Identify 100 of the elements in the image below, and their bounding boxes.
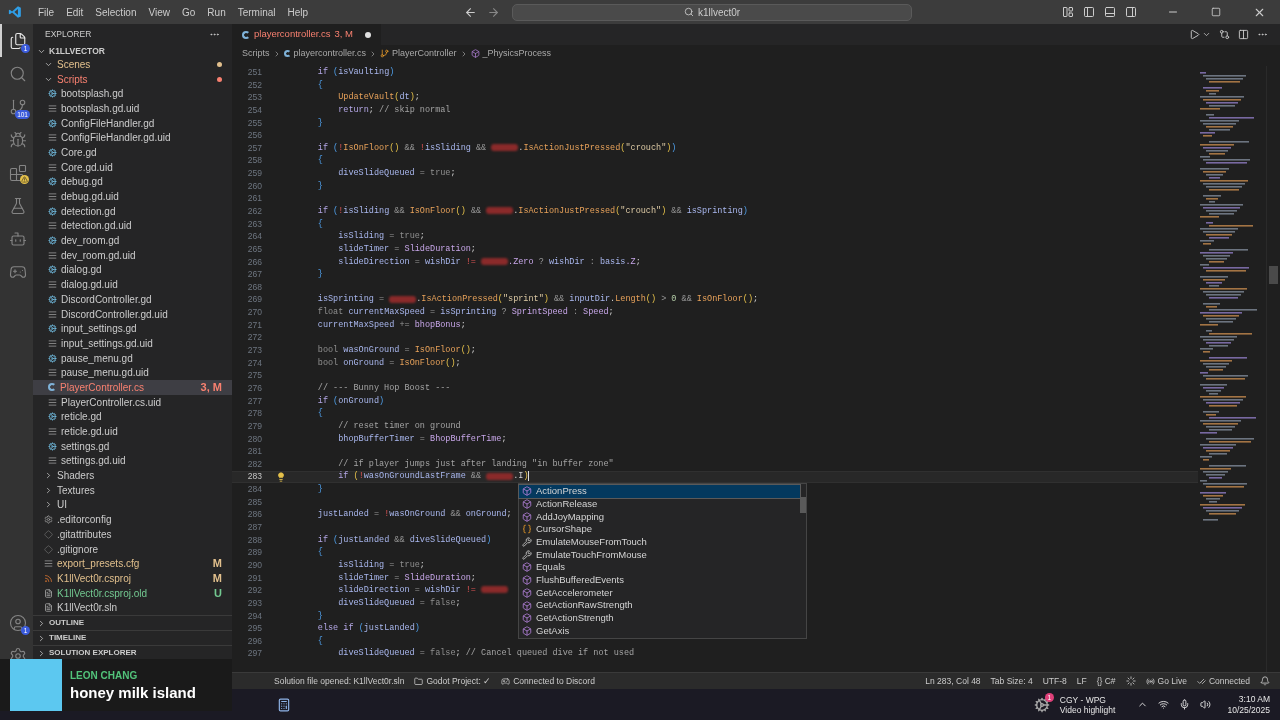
file-tree-item[interactable]: ConfigFileHandler.gd.uid (33, 130, 232, 146)
suggestion-item[interactable]: ActionPress (519, 485, 800, 498)
menu-item[interactable]: Go (176, 2, 202, 22)
panel-section-header[interactable]: TIMELINE (33, 630, 232, 646)
menu-item[interactable]: Run (201, 2, 232, 22)
file-tree-item[interactable]: .gitignore (33, 541, 232, 557)
suggestion-item[interactable]: ActionRelease (519, 497, 800, 511)
status-bar-item[interactable]: Godot Project: ✓ (414, 674, 492, 688)
toggle-sidebar-icon[interactable] (1083, 6, 1095, 18)
file-tree-item[interactable]: reticle.gd.uid (33, 424, 232, 439)
menu-item[interactable]: View (142, 2, 176, 22)
file-tree-item[interactable]: Core.gd (33, 145, 232, 160)
file-tree-item[interactable]: settings.gd.uid (33, 453, 232, 469)
file-tree-item[interactable]: K1llVect0r.sln (33, 600, 232, 616)
editor-tab[interactable]: playercontroller.cs 3, M (232, 24, 382, 45)
menu-item[interactable]: Terminal (231, 2, 282, 22)
menu-item[interactable]: Edit (60, 2, 90, 22)
file-tree-item[interactable]: pause_menu.gd.uid (33, 365, 232, 381)
layout-icon[interactable] (1062, 6, 1074, 18)
suggestion-item[interactable]: EmulateTouchFromMouse (519, 548, 800, 562)
file-tree-item[interactable]: pause_menu.gd (33, 350, 232, 366)
file-tree-item[interactable]: debug.gd.uid (33, 189, 232, 204)
file-tree-item[interactable]: .editorconfig (33, 512, 232, 527)
notifications-icon[interactable] (1260, 676, 1270, 686)
file-tree-item[interactable]: dev_room.gd.uid (33, 247, 232, 263)
file-tree-item[interactable]: dev_room.gd (33, 233, 232, 248)
app-notification-icon[interactable] (1033, 696, 1050, 713)
command-search-field[interactable]: k1llvect0r (512, 3, 913, 21)
status-bar-item[interactable]: Tab Size: 4 (990, 674, 1033, 688)
breadcrumb-item[interactable]: Scripts (242, 46, 270, 61)
file-tree-item[interactable]: detection.gd (33, 203, 232, 219)
file-tree-item[interactable]: DiscordController.gd.uid (33, 306, 232, 322)
file-tree-item[interactable]: debug.gd (33, 174, 232, 190)
status-bar-item[interactable]: {} C# (1096, 674, 1116, 688)
suggestion-item[interactable]: Equals (519, 561, 800, 574)
file-tree-item[interactable]: K1llVect0r.csproj.old U (33, 585, 232, 601)
suggestion-item[interactable]: GetAccelerometer (519, 586, 800, 600)
suggestion-item[interactable]: FlushBufferedEvents (519, 573, 800, 587)
breadcrumb-item[interactable]: playercontroller.cs (293, 46, 367, 61)
compare-icon[interactable] (1219, 29, 1230, 40)
suggestion-item[interactable]: EmulateMouseFromTouch (519, 535, 800, 549)
panel-section-header[interactable]: OUTLINE (33, 615, 232, 631)
microphone-icon[interactable] (1179, 699, 1191, 710)
volume-icon[interactable] (1200, 699, 1212, 710)
scrollbar-thumb[interactable] (1269, 266, 1278, 284)
file-tree-item[interactable]: PlayerController.cs.uid (33, 394, 232, 410)
suggestion-item[interactable]: CursorShape (519, 523, 800, 536)
file-tree-item[interactable]: Core.gd.uid (33, 159, 232, 175)
folder-header[interactable]: K1LLVECTOR (33, 45, 232, 57)
status-bar-item[interactable]: LF (1076, 674, 1087, 688)
file-tree-item[interactable]: PlayerController.cs 3, M (33, 380, 232, 395)
status-bar-item[interactable]: Connected to Discord (501, 674, 595, 688)
cube-icon (470, 49, 480, 58)
clock-date[interactable]: 10/25/2025 (1227, 704, 1270, 716)
back-arrow-icon[interactable] (464, 5, 478, 19)
menu-item[interactable]: File (32, 2, 61, 22)
suggestion-item[interactable]: GetAxis (519, 624, 800, 638)
toggle-secondary-sidebar-icon[interactable] (1125, 6, 1137, 18)
file-tree-item[interactable]: bootsplash.gd (33, 86, 232, 102)
lightbulb-icon[interactable] (276, 471, 286, 482)
network-icon[interactable] (1158, 699, 1170, 710)
file-tree-item[interactable]: Scenes (33, 57, 232, 72)
dropdown-icon[interactable] (1202, 30, 1211, 39)
file-tree-item[interactable]: input_settings.gd.uid (33, 336, 232, 351)
clock-time[interactable]: 3:10 AM (1238, 693, 1270, 705)
suggestion-item[interactable]: GetActionStrength (519, 611, 800, 625)
breadcrumb-item[interactable]: PlayerController (392, 46, 457, 61)
file-tree-item[interactable]: detection.gd.uid (33, 218, 232, 234)
file-tree-item[interactable]: .gitattributes (33, 527, 232, 542)
forward-arrow-icon[interactable] (487, 5, 501, 19)
file-tree-item[interactable]: Textures (33, 482, 232, 498)
toggle-panel-icon[interactable] (1104, 6, 1116, 18)
file-tree-item[interactable]: DiscordController.gd (33, 292, 232, 307)
file-tree-item[interactable]: K1llVect0r.csproj M (33, 571, 232, 586)
split-editor-icon[interactable] (1238, 29, 1249, 40)
status-bar-item[interactable]: Connected (1196, 674, 1250, 688)
breadcrumb-item[interactable]: _PhysicsProcess (482, 46, 552, 61)
calculator-app-icon[interactable] (277, 697, 291, 712)
menu-item[interactable]: Selection (89, 2, 143, 22)
status-bar-item[interactable]: Solution file opened: K1llVect0r.sln (274, 674, 405, 688)
file-tree-item[interactable]: bootsplash.gd.uid (33, 101, 232, 116)
menu-item[interactable]: Help (281, 2, 315, 22)
file-tree-item[interactable]: UI (33, 497, 232, 513)
status-bar-item[interactable]: Ln 283, Col 48 (925, 674, 981, 688)
file-tree-item[interactable]: reticle.gd (33, 409, 232, 425)
status-bar-item[interactable]: Go Live (1145, 674, 1187, 688)
file-tree-item[interactable]: dialog.gd (33, 262, 232, 278)
file-tree-item[interactable]: Shaders (33, 468, 232, 483)
file-tree-item[interactable]: settings.gd (33, 438, 232, 454)
run-icon[interactable] (1189, 29, 1200, 40)
file-tree-item[interactable]: dialog.gd.uid (33, 277, 232, 292)
suggestion-item[interactable]: GetActionRawStrength (519, 599, 800, 612)
maximize-icon[interactable] (1211, 7, 1221, 17)
file-tree-item[interactable]: Scripts (33, 71, 232, 87)
file-tree-item[interactable]: input_settings.gd (33, 321, 232, 337)
status-bar-item[interactable]: UTF-8 (1042, 674, 1067, 688)
file-tree-item[interactable]: export_presets.cfg M (33, 556, 232, 572)
code-line: bool wasOnGround = IsOnFloor(); (316, 344, 476, 357)
file-tree-item[interactable]: ConfigFileHandler.gd (33, 115, 232, 131)
suggestion-item[interactable]: AddJoyMapping (519, 510, 800, 524)
